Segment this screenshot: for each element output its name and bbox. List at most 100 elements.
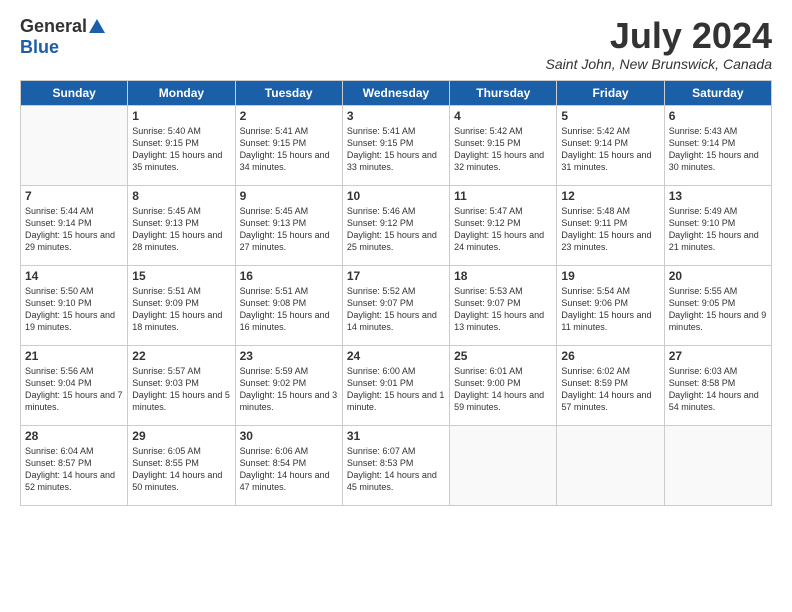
day-info: Sunrise: 5:45 AMSunset: 9:13 PMDaylight:… bbox=[132, 205, 230, 254]
day-info: Sunrise: 6:00 AMSunset: 9:01 PMDaylight:… bbox=[347, 365, 445, 414]
day-number: 18 bbox=[454, 269, 552, 283]
day-info: Sunrise: 5:43 AMSunset: 9:14 PMDaylight:… bbox=[669, 125, 767, 174]
day-number: 28 bbox=[25, 429, 123, 443]
day-number: 17 bbox=[347, 269, 445, 283]
day-info: Sunrise: 5:51 AMSunset: 9:08 PMDaylight:… bbox=[240, 285, 338, 334]
table-row: 21Sunrise: 5:56 AMSunset: 9:04 PMDayligh… bbox=[21, 345, 128, 425]
day-info: Sunrise: 6:03 AMSunset: 8:58 PMDaylight:… bbox=[669, 365, 767, 414]
day-number: 15 bbox=[132, 269, 230, 283]
day-info: Sunrise: 5:44 AMSunset: 9:14 PMDaylight:… bbox=[25, 205, 123, 254]
table-row: 7 Sunrise: 5:44 AMSunset: 9:14 PMDaylight… bbox=[21, 185, 128, 265]
table-row bbox=[557, 425, 664, 505]
table-row: 30 Sunrise: 6:06 AMSunset: 8:54 PMDayligh… bbox=[235, 425, 342, 505]
table-row: 23 Sunrise: 5:59 AMSunset: 9:02 PMDayligh… bbox=[235, 345, 342, 425]
header-tuesday: Tuesday bbox=[235, 80, 342, 105]
day-number: 19 bbox=[561, 269, 659, 283]
table-row: 29Sunrise: 6:05 AMSunset: 8:55 PMDayligh… bbox=[128, 425, 235, 505]
day-number: 6 bbox=[669, 109, 767, 123]
day-info: Sunrise: 6:04 AMSunset: 8:57 PMDaylight:… bbox=[25, 445, 123, 494]
table-row: 3Sunrise: 5:41 AMSunset: 9:15 PMDaylight… bbox=[342, 105, 449, 185]
table-row: 1Sunrise: 5:40 AMSunset: 9:15 PMDaylight… bbox=[128, 105, 235, 185]
day-info: Sunrise: 5:51 AMSunset: 9:09 PMDaylight:… bbox=[132, 285, 230, 334]
table-row: 5 Sunrise: 5:42 AMSunset: 9:14 PMDaylight… bbox=[557, 105, 664, 185]
day-number: 20 bbox=[669, 269, 767, 283]
day-info: Sunrise: 5:41 AMSunset: 9:15 PMDaylight:… bbox=[347, 125, 445, 174]
table-row bbox=[450, 425, 557, 505]
day-number: 8 bbox=[132, 189, 230, 203]
table-row bbox=[21, 105, 128, 185]
logo-blue-text: Blue bbox=[20, 37, 59, 58]
page: General Blue July 2024 Saint John, New B… bbox=[0, 0, 792, 612]
day-number: 14 bbox=[25, 269, 123, 283]
day-info: Sunrise: 6:06 AMSunset: 8:54 PMDaylight:… bbox=[240, 445, 338, 494]
day-info: Sunrise: 5:53 AMSunset: 9:07 PMDaylight:… bbox=[454, 285, 552, 334]
table-row: 4 Sunrise: 5:42 AMSunset: 9:15 PMDaylight… bbox=[450, 105, 557, 185]
day-info: Sunrise: 5:48 AMSunset: 9:11 PMDaylight:… bbox=[561, 205, 659, 254]
title-section: July 2024 Saint John, New Brunswick, Can… bbox=[546, 16, 772, 72]
day-info: Sunrise: 5:42 AMSunset: 9:14 PMDaylight:… bbox=[561, 125, 659, 174]
table-row: 14 Sunrise: 5:50 AMSunset: 9:10 PMDayligh… bbox=[21, 265, 128, 345]
table-row: 9 Sunrise: 5:45 AMSunset: 9:13 PMDaylight… bbox=[235, 185, 342, 265]
week-row-4: 28 Sunrise: 6:04 AMSunset: 8:57 PMDayligh… bbox=[21, 425, 772, 505]
day-info: Sunrise: 5:42 AMSunset: 9:15 PMDaylight:… bbox=[454, 125, 552, 174]
day-info: Sunrise: 5:55 AMSunset: 9:05 PMDaylight:… bbox=[669, 285, 767, 334]
table-row: 10Sunrise: 5:46 AMSunset: 9:12 PMDayligh… bbox=[342, 185, 449, 265]
day-info: Sunrise: 6:07 AMSunset: 8:53 PMDaylight:… bbox=[347, 445, 445, 494]
table-row: 31 Sunrise: 6:07 AMSunset: 8:53 PMDayligh… bbox=[342, 425, 449, 505]
table-row bbox=[664, 425, 771, 505]
day-number: 11 bbox=[454, 189, 552, 203]
day-info: Sunrise: 6:02 AMSunset: 8:59 PMDaylight:… bbox=[561, 365, 659, 414]
day-info: Sunrise: 5:52 AMSunset: 9:07 PMDaylight:… bbox=[347, 285, 445, 334]
header-sunday: Sunday bbox=[21, 80, 128, 105]
day-number: 26 bbox=[561, 349, 659, 363]
day-info: Sunrise: 5:47 AMSunset: 9:12 PMDaylight:… bbox=[454, 205, 552, 254]
table-row: 12 Sunrise: 5:48 AMSunset: 9:11 PMDayligh… bbox=[557, 185, 664, 265]
day-info: Sunrise: 5:46 AMSunset: 9:12 PMDaylight:… bbox=[347, 205, 445, 254]
table-row: 15 Sunrise: 5:51 AMSunset: 9:09 PMDayligh… bbox=[128, 265, 235, 345]
month-title: July 2024 bbox=[546, 16, 772, 56]
table-row: 11 Sunrise: 5:47 AMSunset: 9:12 PMDayligh… bbox=[450, 185, 557, 265]
calendar: Sunday Monday Tuesday Wednesday Thursday… bbox=[20, 80, 772, 506]
logo: General Blue bbox=[20, 16, 105, 58]
header: General Blue July 2024 Saint John, New B… bbox=[20, 16, 772, 72]
table-row: 2Sunrise: 5:41 AMSunset: 9:15 PMDaylight… bbox=[235, 105, 342, 185]
table-row: 16 Sunrise: 5:51 AMSunset: 9:08 PMDayligh… bbox=[235, 265, 342, 345]
day-number: 16 bbox=[240, 269, 338, 283]
week-row-3: 21Sunrise: 5:56 AMSunset: 9:04 PMDayligh… bbox=[21, 345, 772, 425]
logo-triangle-icon bbox=[89, 19, 105, 33]
day-number: 4 bbox=[454, 109, 552, 123]
logo-general-text: General bbox=[20, 16, 87, 37]
day-number: 5 bbox=[561, 109, 659, 123]
day-number: 12 bbox=[561, 189, 659, 203]
header-thursday: Thursday bbox=[450, 80, 557, 105]
table-row: 28 Sunrise: 6:04 AMSunset: 8:57 PMDayligh… bbox=[21, 425, 128, 505]
day-number: 22 bbox=[132, 349, 230, 363]
header-saturday: Saturday bbox=[664, 80, 771, 105]
table-row: 24Sunrise: 6:00 AMSunset: 9:01 PMDayligh… bbox=[342, 345, 449, 425]
week-row-1: 7 Sunrise: 5:44 AMSunset: 9:14 PMDaylight… bbox=[21, 185, 772, 265]
day-info: Sunrise: 5:50 AMSunset: 9:10 PMDaylight:… bbox=[25, 285, 123, 334]
table-row: 13Sunrise: 5:49 AMSunset: 9:10 PMDayligh… bbox=[664, 185, 771, 265]
day-number: 23 bbox=[240, 349, 338, 363]
table-row: 20 Sunrise: 5:55 AMSunset: 9:05 PMDayligh… bbox=[664, 265, 771, 345]
day-info: Sunrise: 5:59 AMSunset: 9:02 PMDaylight:… bbox=[240, 365, 338, 414]
day-number: 30 bbox=[240, 429, 338, 443]
table-row: 19 Sunrise: 5:54 AMSunset: 9:06 PMDayligh… bbox=[557, 265, 664, 345]
day-number: 7 bbox=[25, 189, 123, 203]
day-info: Sunrise: 5:57 AMSunset: 9:03 PMDaylight:… bbox=[132, 365, 230, 414]
table-row: 27 Sunrise: 6:03 AMSunset: 8:58 PMDayligh… bbox=[664, 345, 771, 425]
week-row-0: 1Sunrise: 5:40 AMSunset: 9:15 PMDaylight… bbox=[21, 105, 772, 185]
table-row: 25Sunrise: 6:01 AMSunset: 9:00 PMDayligh… bbox=[450, 345, 557, 425]
header-monday: Monday bbox=[128, 80, 235, 105]
header-wednesday: Wednesday bbox=[342, 80, 449, 105]
table-row: 17 Sunrise: 5:52 AMSunset: 9:07 PMDayligh… bbox=[342, 265, 449, 345]
day-number: 31 bbox=[347, 429, 445, 443]
day-info: Sunrise: 5:45 AMSunset: 9:13 PMDaylight:… bbox=[240, 205, 338, 254]
day-number: 2 bbox=[240, 109, 338, 123]
day-number: 27 bbox=[669, 349, 767, 363]
header-friday: Friday bbox=[557, 80, 664, 105]
day-number: 9 bbox=[240, 189, 338, 203]
table-row: 26 Sunrise: 6:02 AMSunset: 8:59 PMDayligh… bbox=[557, 345, 664, 425]
week-row-2: 14 Sunrise: 5:50 AMSunset: 9:10 PMDayligh… bbox=[21, 265, 772, 345]
day-info: Sunrise: 5:54 AMSunset: 9:06 PMDaylight:… bbox=[561, 285, 659, 334]
